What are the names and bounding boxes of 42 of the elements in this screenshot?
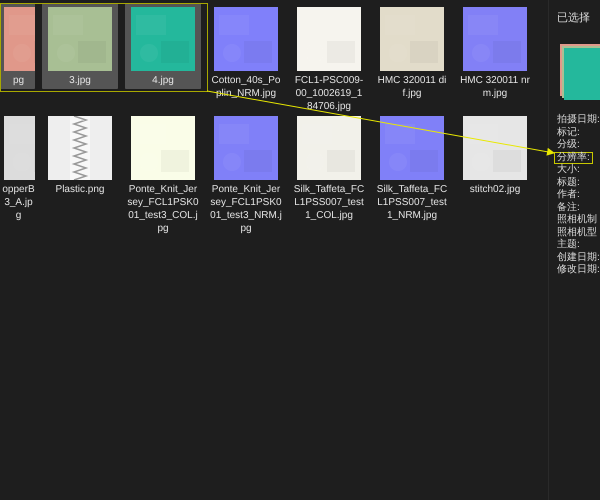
property-label: 大小:: [556, 164, 581, 176]
file-tile[interactable]: Silk_Taffeta_FCL1PSS007_test1_COL.jpg: [291, 112, 367, 224]
property-label: 主题:: [556, 239, 581, 252]
property-label: 修改日期:: [556, 264, 600, 276]
file-name: 3.jpg: [68, 74, 92, 87]
property-label: 分级:: [556, 139, 581, 152]
file-name: opperB 3_A.jpg: [2, 183, 35, 222]
file-name: Cotton_40s_Poplin_NRM.jpg: [210, 74, 282, 100]
file-tile[interactable]: FCL1-PSC009-00_1002619_184706.jpg: [291, 3, 367, 115]
property-label: 照相机型: [556, 226, 598, 238]
file-tile[interactable]: Plastic.png: [42, 112, 118, 198]
file-name: Ponte_Knit_Jersey_FCL1PSK001_test3_NRM.jpg: [210, 183, 282, 235]
file-name: FCL1-PSC009-00_1002619_184706.jpg: [294, 74, 364, 113]
file-name: HMC 320011 nrm.jpg: [459, 74, 531, 100]
file-tile[interactable]: 4.jpg: [125, 3, 201, 89]
property-label: 创建日期:: [556, 252, 600, 264]
property-label: 标题:: [556, 176, 581, 188]
file-tile[interactable]: Ponte_Knit_Jersey_FCL1PSK001_test3_NRM.jpg: [208, 112, 284, 237]
property-label: 备注:: [556, 202, 581, 214]
file-tile[interactable]: HMC 320011 nrm.jpg: [457, 3, 533, 102]
file-tile[interactable]: Cotton_40s_Poplin_NRM.jpg: [208, 3, 284, 102]
file-tile[interactable]: pg: [0, 3, 35, 89]
file-tile[interactable]: opperB 3_A.jpg: [0, 112, 35, 224]
property-label: 分辨率:: [554, 152, 593, 164]
property-label: 标记:: [556, 126, 581, 139]
file-tile[interactable]: HMC 320011 dif.jpg: [374, 3, 450, 102]
property-label: 照相机制: [556, 214, 598, 226]
file-name: Silk_Taffeta_FCL1PSS007_test1_COL.jpg: [293, 183, 365, 222]
property-label: 作者:: [556, 189, 581, 202]
property-label: 拍摄日期:: [556, 114, 600, 126]
file-name: 4.jpg: [151, 74, 175, 87]
file-tile[interactable]: stitch02.jpg: [457, 112, 533, 198]
file-name: HMC 320011 dif.jpg: [376, 74, 448, 100]
file-tile[interactable]: Silk_Taffeta_FCL1PSS007_test1_NRM.jpg: [374, 112, 450, 224]
panel-title: 已选择: [557, 11, 590, 25]
file-tile[interactable]: 3.jpg: [42, 3, 118, 89]
file-name: Silk_Taffeta_FCL1PSS007_test1_NRM.jpg: [376, 183, 448, 222]
file-name: Ponte_Knit_Jersey_FCL1PSK001_test3_COL.jpg: [127, 183, 199, 235]
file-name: stitch02.jpg: [468, 183, 522, 196]
file-name: Plastic.png: [54, 183, 106, 196]
file-name: pg: [12, 74, 26, 87]
file-tile[interactable]: Ponte_Knit_Jersey_FCL1PSK001_test3_COL.jpg: [125, 112, 201, 237]
